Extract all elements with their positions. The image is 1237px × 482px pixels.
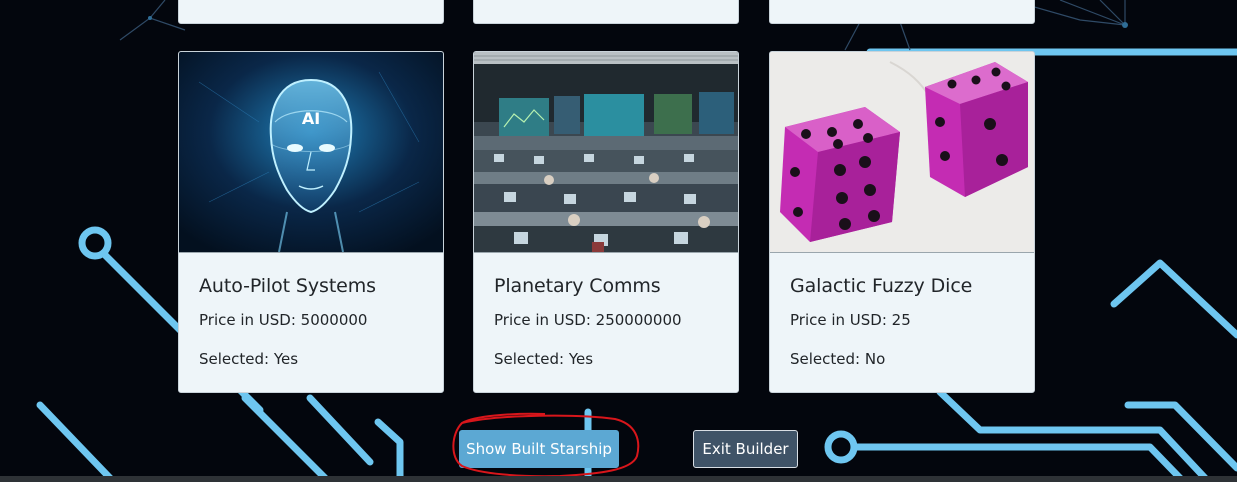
product-card-planetary-comms[interactable]: Planetary Comms Price in USD: 250000000 … — [473, 51, 739, 393]
product-card-auto-pilot[interactable]: AI Auto-Pilot Systems Price in USD: 5000… — [178, 51, 444, 393]
product-card-fuzzy-dice[interactable]: Galactic Fuzzy Dice Price in USD: 25 Sel… — [769, 51, 1035, 393]
card-title: Auto-Pilot Systems — [199, 275, 376, 297]
card-top-middle — [473, 0, 739, 24]
show-built-starship-button[interactable]: Show Built Starship — [459, 430, 619, 468]
card-selected-status: Selected: No — [790, 350, 886, 368]
card-selected-status: Selected: Yes — [199, 350, 299, 368]
card-top-right — [769, 0, 1035, 24]
card-title: Planetary Comms — [494, 275, 661, 297]
card-title: Galactic Fuzzy Dice — [790, 275, 973, 297]
exit-builder-button[interactable]: Exit Builder — [693, 430, 798, 468]
svg-text:AI: AI — [302, 109, 320, 128]
card-selected-status: Selected: Yes — [494, 350, 594, 368]
fuzzy-dice-image — [770, 52, 1034, 253]
card-price: Price in USD: 25 — [790, 311, 911, 329]
card-price: Price in USD: 5000000 — [199, 311, 368, 329]
card-top-left — [178, 0, 444, 24]
mission-control-image — [474, 52, 738, 253]
ai-head-image: AI — [179, 52, 443, 253]
card-price: Price in USD: 250000000 — [494, 311, 682, 329]
bottom-bar — [0, 476, 1237, 482]
